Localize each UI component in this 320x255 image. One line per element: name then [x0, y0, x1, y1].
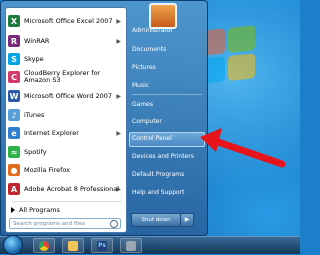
chrome-icon	[39, 240, 49, 251]
taskbar-button[interactable]: Ps	[91, 238, 113, 253]
taskbar-button[interactable]	[120, 238, 142, 253]
remote-tool-icon	[126, 240, 136, 251]
taskbar-button[interactable]	[62, 238, 84, 253]
taskbar-button[interactable]	[33, 238, 55, 253]
photoshop-icon: Ps	[97, 240, 107, 251]
file-explorer-icon	[68, 240, 78, 251]
annotation-arrow	[200, 128, 286, 168]
